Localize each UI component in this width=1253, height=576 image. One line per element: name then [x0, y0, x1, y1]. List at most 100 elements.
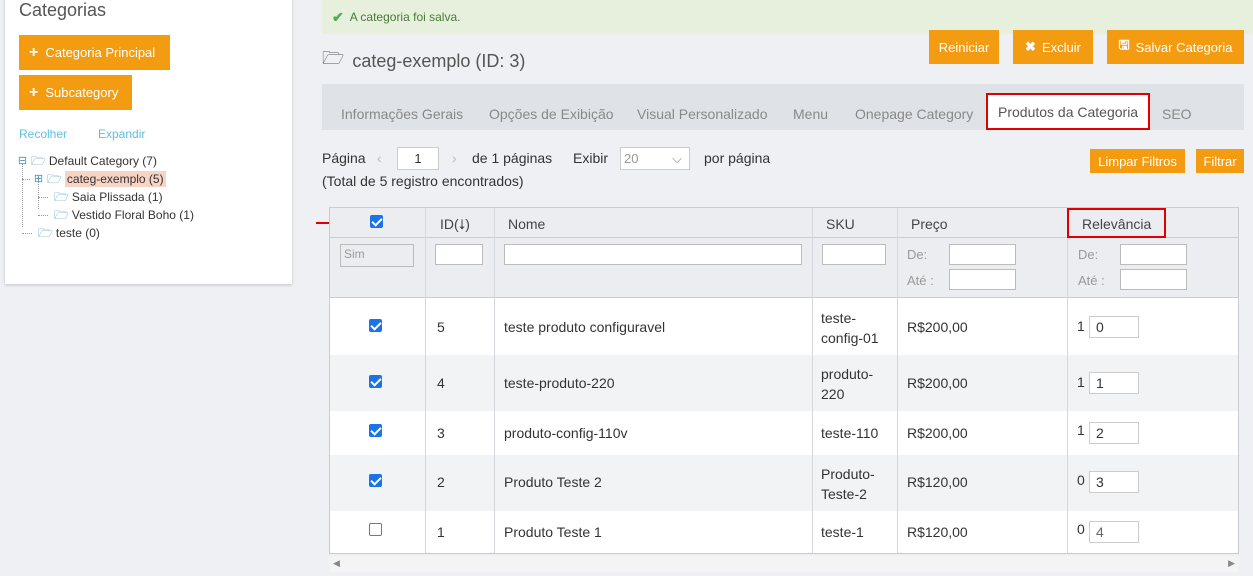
- per-page-select[interactable]: 20 ⌵: [620, 147, 690, 170]
- relevance-input[interactable]: 0: [1089, 316, 1139, 338]
- per-page-value: 20: [624, 151, 639, 166]
- row-name: Produto Teste 1: [504, 524, 602, 540]
- clear-filters-label: Limpar Filtros: [1098, 153, 1177, 169]
- tree-node-label: teste (0): [55, 226, 100, 240]
- expand-link[interactable]: Expandir: [98, 127, 145, 141]
- column-header-sku[interactable]: SKU: [826, 216, 855, 232]
- tree-node-teste[interactable]: 🗁 teste (0): [38, 225, 100, 241]
- row-sku: teste-110: [821, 425, 879, 441]
- row-relevance-current: 0: [1077, 472, 1085, 488]
- row-sku: teste- config-01: [821, 310, 879, 346]
- category-sidebar: Categorias + Categoria Principal + Subca…: [5, 0, 292, 284]
- relevance-to-input[interactable]: [1120, 269, 1187, 290]
- folder-open-icon: 🗁: [54, 190, 69, 204]
- row-checkbox[interactable]: [369, 523, 382, 536]
- reset-button[interactable]: Reiniciar: [929, 30, 999, 64]
- collapse-toggle-icon[interactable]: ⊟: [17, 153, 28, 169]
- page-number-input[interactable]: 1: [397, 147, 439, 170]
- filter-label: Filtrar: [1203, 153, 1237, 169]
- delete-button[interactable]: ✖ Excluir: [1013, 30, 1093, 64]
- tab-seo[interactable]: SEO: [1162, 106, 1192, 122]
- row-relevance-current: 1: [1077, 318, 1085, 334]
- tab-visual-personalizado[interactable]: Visual Personalizado: [637, 106, 768, 122]
- tab-opcoes-exibicao[interactable]: Opções de Exibição: [489, 106, 614, 122]
- row-price: R$120,00: [907, 474, 968, 490]
- row-checkbox[interactable]: [369, 375, 382, 388]
- column-header-id[interactable]: ID(⭣): [440, 216, 470, 233]
- clear-filters-button[interactable]: Limpar Filtros: [1090, 149, 1185, 173]
- column-header-id-label: ID: [440, 216, 454, 232]
- row-name: teste produto configuravel: [504, 319, 666, 335]
- row-price: R$120,00: [907, 524, 968, 540]
- tab-produtos-categoria[interactable]: Produtos da Categoria: [986, 93, 1151, 130]
- row-price: R$200,00: [907, 319, 968, 335]
- close-icon: ✖: [1025, 39, 1036, 54]
- relevance-input[interactable]: 4: [1089, 521, 1139, 543]
- sku-filter-input[interactable]: [822, 244, 886, 265]
- folder-open-icon: 🗁: [54, 208, 69, 222]
- page-title: 🗁 categ-exemplo (ID: 3): [322, 46, 525, 76]
- row-name: teste-produto-220: [504, 375, 615, 391]
- select-all-checkbox[interactable]: [370, 215, 383, 228]
- name-filter-input[interactable]: [504, 244, 802, 265]
- add-main-category-label: Categoria Principal: [45, 45, 156, 60]
- row-id: 2: [437, 474, 445, 490]
- row-id: 3: [437, 425, 445, 441]
- tab-informacoes-gerais[interactable]: Informações Gerais: [341, 106, 463, 122]
- delete-label: Excluir: [1041, 39, 1081, 55]
- tab-onepage-category[interactable]: Onepage Category: [855, 106, 973, 122]
- relevance-input[interactable]: 2: [1089, 422, 1139, 444]
- price-from-input[interactable]: [949, 244, 1016, 265]
- row-name: Produto Teste 2: [504, 474, 602, 490]
- expand-toggle-icon[interactable]: ⊞: [33, 171, 44, 187]
- sidebar-title: Categorias: [19, 0, 107, 20]
- save-category-button[interactable]: 🖫 Salvar Categoria: [1107, 30, 1244, 64]
- row-price: R$200,00: [907, 425, 968, 441]
- relevance-from-label: De:: [1078, 247, 1099, 262]
- relevance-highlight-box: [1067, 208, 1166, 238]
- tree-node-categ-exemplo[interactable]: ⊞ 🗁 categ-exemplo (5): [33, 171, 166, 187]
- tab-bar: Informações Gerais Opções de Exibição Vi…: [322, 84, 1244, 130]
- row-id: 5: [437, 319, 445, 335]
- add-subcategory-label: Subcategory: [45, 85, 119, 100]
- column-header-name[interactable]: Nome: [508, 216, 545, 232]
- row-sku: Produto- Teste-2: [821, 466, 875, 502]
- row-checkbox[interactable]: [369, 424, 382, 437]
- relevance-to-label: Até :: [1078, 273, 1105, 288]
- page-title-text: categ-exemplo (ID: 3): [352, 50, 526, 71]
- add-main-category-button[interactable]: + Categoria Principal: [19, 35, 170, 70]
- column-header-price[interactable]: Preço: [911, 216, 948, 232]
- row-relevance-current: 1: [1077, 374, 1085, 390]
- row-sku: produto- 220: [821, 366, 874, 402]
- row-name: produto-config-110v: [504, 425, 628, 441]
- prev-page-icon[interactable]: ‹: [377, 150, 382, 166]
- relevance-input[interactable]: 3: [1089, 471, 1139, 493]
- checkmark-icon: ✔: [332, 8, 344, 25]
- scroll-right-icon[interactable]: ▶: [1228, 558, 1235, 569]
- relevance-input[interactable]: 1: [1089, 372, 1139, 394]
- tree-node-saia-plissada[interactable]: 🗁 Saia Plissada (1): [54, 189, 163, 205]
- save-category-label: Salvar Categoria: [1135, 39, 1233, 55]
- alert-message: A categoria foi salva.: [349, 10, 461, 24]
- row-checkbox[interactable]: [369, 319, 382, 332]
- horizontal-scrollbar[interactable]: ◀ ▶: [329, 556, 1239, 572]
- price-to-input[interactable]: [949, 269, 1016, 290]
- tab-menu[interactable]: Menu: [793, 106, 828, 122]
- tree-node-default-category[interactable]: ⊟ 🗁 Default Category (7): [17, 153, 157, 169]
- next-page-icon[interactable]: ›: [452, 150, 457, 166]
- filter-button[interactable]: Filtrar: [1196, 149, 1244, 173]
- tree-node-vestido-floral[interactable]: 🗁 Vestido Floral Boho (1): [54, 207, 194, 223]
- add-subcategory-button[interactable]: + Subcategory: [19, 75, 132, 110]
- chevron-down-icon: ⌵: [672, 151, 682, 166]
- row-relevance-current: 0: [1077, 521, 1085, 537]
- row-checkbox[interactable]: [369, 474, 382, 487]
- id-filter-input[interactable]: [435, 244, 483, 265]
- scroll-left-icon[interactable]: ◀: [333, 558, 340, 569]
- folder-open-icon: 🗁: [47, 172, 62, 186]
- collapse-link[interactable]: Recolher: [19, 127, 67, 141]
- relevance-from-input[interactable]: [1120, 244, 1187, 265]
- reset-label: Reiniciar: [938, 39, 990, 55]
- selected-filter-select[interactable]: Sim: [340, 244, 414, 267]
- price-to-label: Até :: [907, 273, 934, 288]
- products-grid: ID(⭣) Nome SKU Preço Relevância Sim De: …: [329, 207, 1239, 554]
